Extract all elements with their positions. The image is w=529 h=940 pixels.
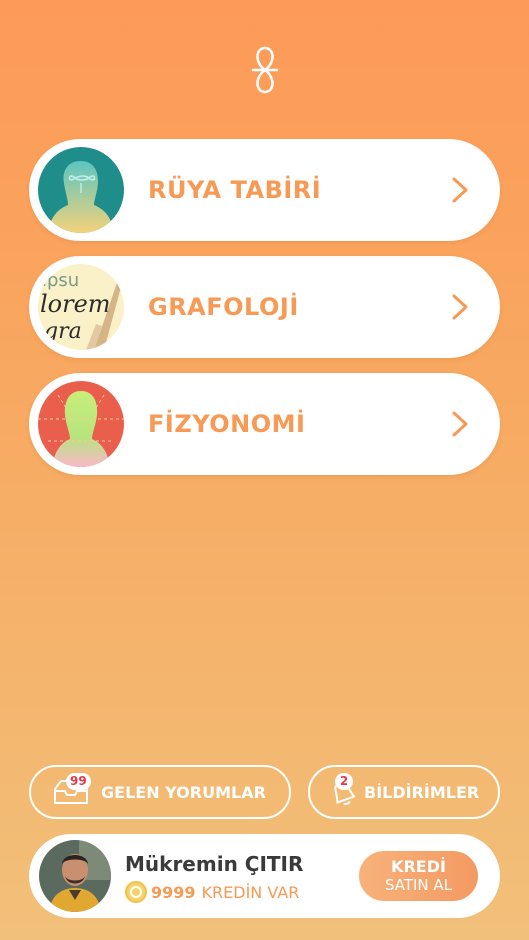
chevron-right-icon xyxy=(452,411,468,437)
menu-item-label: FİZYONOMİ xyxy=(148,410,306,438)
chevron-right-icon xyxy=(452,177,468,203)
credit-row: 9999 KREDİN VAR xyxy=(125,881,299,903)
buy-credit-line2: SATIN AL xyxy=(384,876,453,894)
svg-text:gra: gra xyxy=(44,319,82,344)
chevron-right-icon xyxy=(452,294,468,320)
app-logo-icon xyxy=(251,46,279,94)
menu-item-dream[interactable]: RÜYA TABİRİ xyxy=(29,139,500,241)
menu-item-graphology[interactable]: ipsu lorem gra GRAFOLOJİ xyxy=(29,256,500,358)
notifications-count-badge: 2 xyxy=(335,773,353,790)
avatar[interactable] xyxy=(39,840,111,912)
coin-icon xyxy=(125,881,147,903)
menu-item-label: RÜYA TABİRİ xyxy=(148,176,322,204)
svg-text:ipsu: ipsu xyxy=(42,270,79,291)
buy-credit-line1: KREDİ xyxy=(391,857,446,876)
credit-text: KREDİN VAR xyxy=(201,882,300,902)
notifications-label: BİLDİRİMLER xyxy=(364,782,480,802)
handwriting-icon: ipsu lorem gra xyxy=(38,264,124,350)
dream-head-icon xyxy=(38,147,124,233)
menu-item-label: GRAFOLOJİ xyxy=(148,293,299,321)
menu-item-physiognomy[interactable]: FİZYONOMİ xyxy=(29,373,500,475)
face-silhouette-icon xyxy=(38,381,124,467)
buy-credit-button[interactable]: KREDİ SATIN AL xyxy=(359,851,478,901)
incoming-comments-button[interactable]: 99 GELEN YORUMLAR xyxy=(29,765,291,819)
comments-label: GELEN YORUMLAR xyxy=(101,782,266,802)
profile-name: Mükremin ÇITIR xyxy=(125,852,304,876)
credit-amount: 9999 xyxy=(151,882,196,902)
notifications-button[interactable]: 2 BİLDİRİMLER xyxy=(308,765,500,819)
svg-text:lorem: lorem xyxy=(40,290,111,318)
profile-card: Mükremin ÇITIR 9999 KREDİN VAR KREDİ SAT… xyxy=(29,834,500,918)
comments-count-badge: 99 xyxy=(66,773,91,790)
